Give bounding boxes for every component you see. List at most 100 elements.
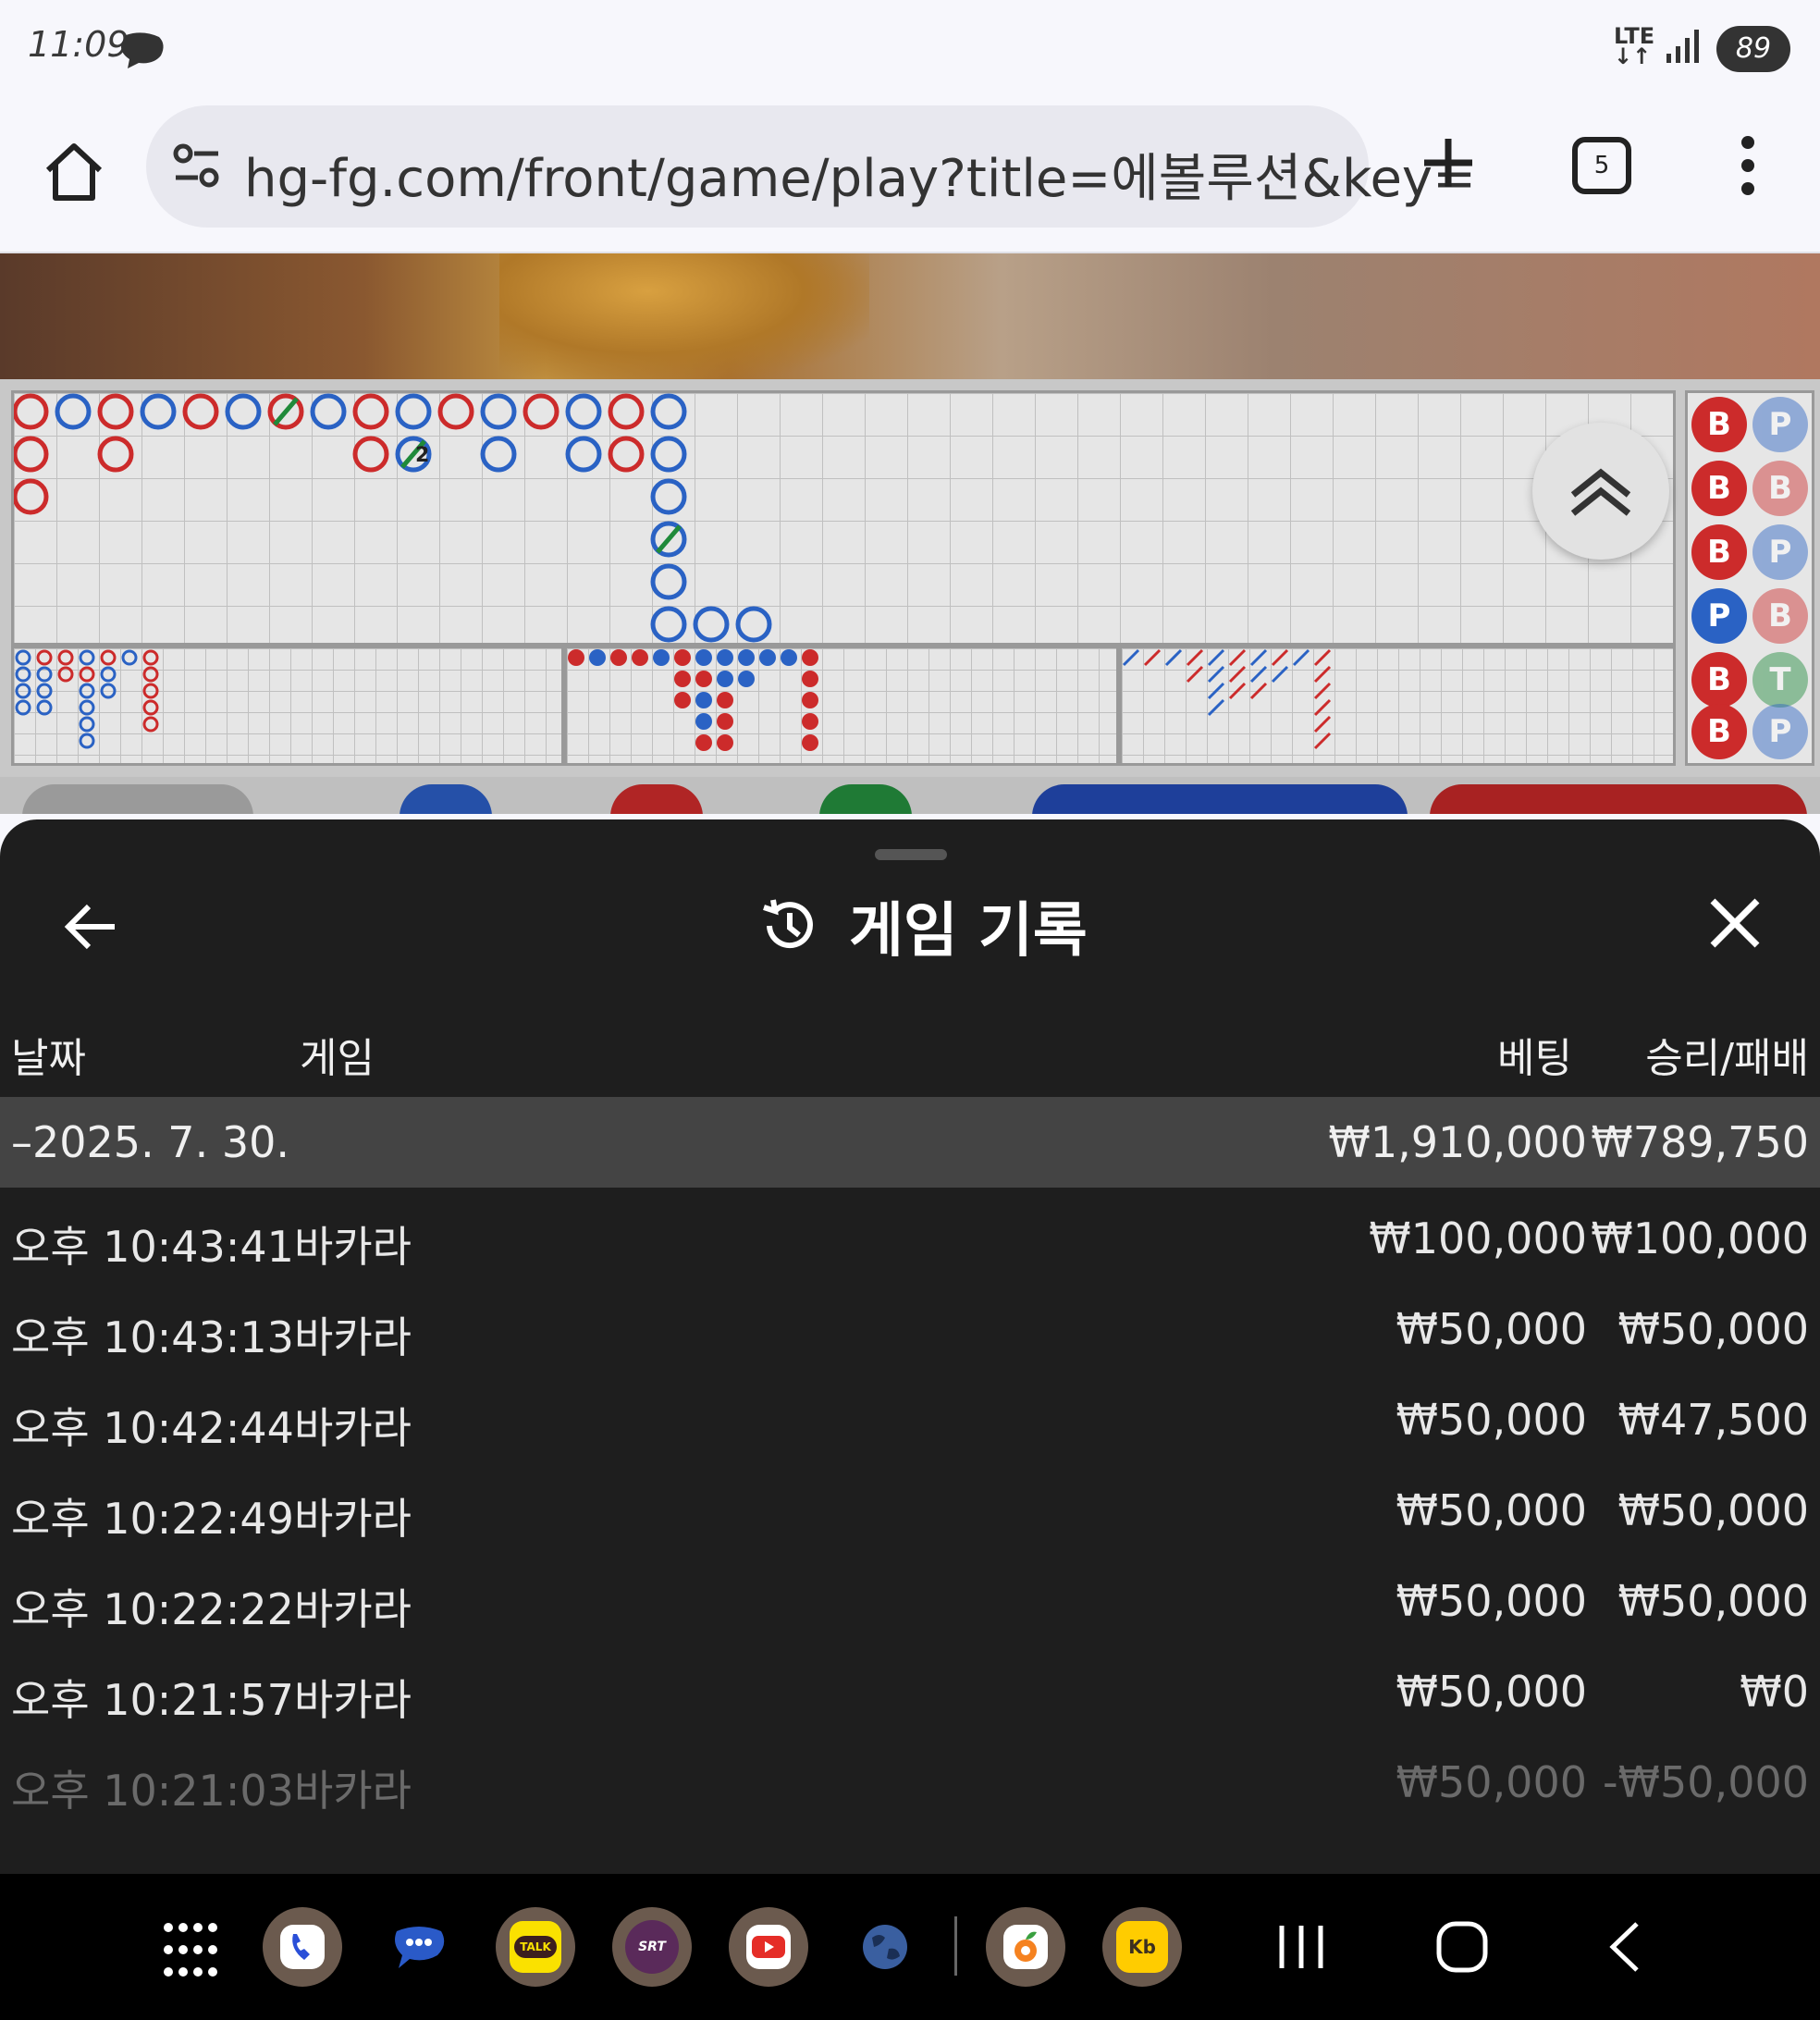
small-road-dot [802,734,818,751]
big-eye-bead [15,666,31,683]
big-road-bead [140,393,177,430]
big-road-bead [650,606,687,643]
big-eye-bead [100,666,117,683]
big-eye-bead [36,666,53,683]
small-road-dot [695,734,712,751]
big-road-marks: 2 [12,393,772,643]
small-road-dot [695,649,712,666]
big-road-bead [565,436,602,473]
small-road-dot [738,671,755,687]
history-row[interactable]: 오후 10:22:49 바카라 ₩50,000 ₩50,000 [0,1465,1820,1556]
browser-icon[interactable] [845,1907,925,1987]
row-game: 바카라 [294,1403,412,1453]
history-row[interactable]: 오후 10:42:44 바카라 ₩50,000 ₩47,500 [0,1374,1820,1465]
row-result: ₩50,000 [1617,1485,1809,1535]
recent-apps-icon[interactable] [1276,1922,1326,1972]
big-road-bead [480,436,517,473]
big-road-bead [650,478,687,515]
history-row[interactable]: 오후 10:22:22 바카라 ₩50,000 ₩50,000 [0,1556,1820,1646]
status-bar: 11:09 LTE ↓↑ 89 [0,0,1820,98]
baccarat-roadmap: 2 B P B B B P P B B T B P [0,379,1820,777]
row-result: ₩50,000 [1617,1576,1809,1626]
tab-switcher-button[interactable]: 5 [1572,137,1631,194]
tangerine-icon [1003,1925,1048,1969]
kb-bank-icon[interactable]: Kb [1102,1907,1182,1987]
more-menu-icon[interactable] [1729,133,1766,198]
player-pair-obscured [1032,784,1408,814]
srt-icon[interactable]: SRT [612,1907,692,1987]
banker-pair-obscured [1430,784,1807,814]
home-icon[interactable] [41,139,107,205]
big-eye-bead [79,683,95,699]
big-eye-bead [79,716,95,733]
small-road-dot [589,649,606,666]
big-eye-bead [142,649,159,666]
prediction-chip: P [1691,588,1747,644]
home-nav-icon[interactable] [1435,1920,1489,1974]
site-settings-icon[interactable] [172,142,222,191]
history-row[interactable]: 오후 10:21:57 바카라 ₩50,000 ₩0 [0,1646,1820,1737]
row-bet: ₩50,000 [1396,1757,1587,1807]
screen: { "status": { "time": "11:09", "network"… [0,0,1820,2020]
cockroach-slash [1313,682,1332,700]
prediction-chip: P [1752,524,1808,580]
double-chevron-up-icon [1570,468,1631,516]
small-road-marks [568,649,818,751]
big-eye-marks [15,649,159,749]
big-eye-bead [57,649,74,666]
cockroach-slash [1207,698,1225,717]
sheet-drag-handle[interactable] [875,849,947,860]
cockroach-slash [1313,648,1332,667]
tie-count-label: 2 [415,444,429,467]
cockroach-slash [1186,665,1204,684]
banker-bet-obscured [610,784,703,814]
date-group-row[interactable]: –2025. 7. 30. ₩1,910,000 ₩789,750 [0,1097,1820,1188]
row-time: 오후 10:21:03 [11,1766,294,1816]
row-time: 오후 10:22:49 [11,1494,294,1544]
big-eye-bead [15,699,31,716]
small-road-dot [802,649,818,666]
close-icon[interactable] [1707,895,1763,951]
date-group-label: –2025. 7. 30. [11,1117,289,1167]
big-eye-bead [36,699,53,716]
small-road-dot [759,649,776,666]
apps-grid-icon[interactable] [163,1922,218,1977]
big-road-bead [693,606,730,643]
prediction-chip: B [1691,461,1747,516]
expand-roadmap-button[interactable] [1532,423,1669,560]
new-tab-icon[interactable] [1419,133,1478,192]
phone-icon[interactable] [263,1907,342,1987]
big-eye-road [11,646,564,766]
cockroach-slash [1228,665,1247,684]
small-road-dot [695,692,712,708]
small-road-dot [717,671,733,687]
bead-prediction-panel: B P B B B P P B B T B P [1685,390,1814,766]
sheet-title: 게임 기록 [849,897,1088,966]
big-road-bead [565,393,602,430]
back-nav-icon[interactable] [1605,1920,1642,1974]
cockroach-slash [1228,648,1247,667]
prediction-chip: P [1752,397,1808,452]
row-time: 오후 10:42:44 [11,1403,294,1453]
fruit-app-icon[interactable] [986,1907,1065,1987]
history-row[interactable]: 오후 10:21:03 바카라 ₩50,000 -₩50,000 [0,1737,1820,1828]
big-eye-bead [79,733,95,749]
kakaotalk-icon[interactable]: TALK [496,1907,575,1987]
messages-icon[interactable] [379,1907,459,1987]
big-eye-bead [142,666,159,683]
small-road-dot [653,649,670,666]
address-bar[interactable]: hg-fg.com/front/game/play?title=에볼루션&key… [146,105,1476,228]
kb-label: Kb [1116,1921,1168,1973]
history-row[interactable]: 오후 10:43:41 바카라 ₩100,000 ₩100,000 [0,1193,1820,1284]
cockroach-marks [1122,648,1332,750]
small-road-dot [610,649,627,666]
back-arrow-icon[interactable] [61,897,120,956]
cockroach-slash [1207,665,1225,684]
small-road-dot [695,671,712,687]
small-road-dot [674,649,691,666]
history-row[interactable]: 오후 10:43:13 바카라 ₩50,000 ₩50,000 [0,1284,1820,1374]
small-road-dot [802,671,818,687]
url-text[interactable]: hg-fg.com/front/game/play?title=에볼루션&key… [244,137,1476,212]
youtube-icon[interactable] [729,1907,808,1987]
small-road-dot [568,649,584,666]
